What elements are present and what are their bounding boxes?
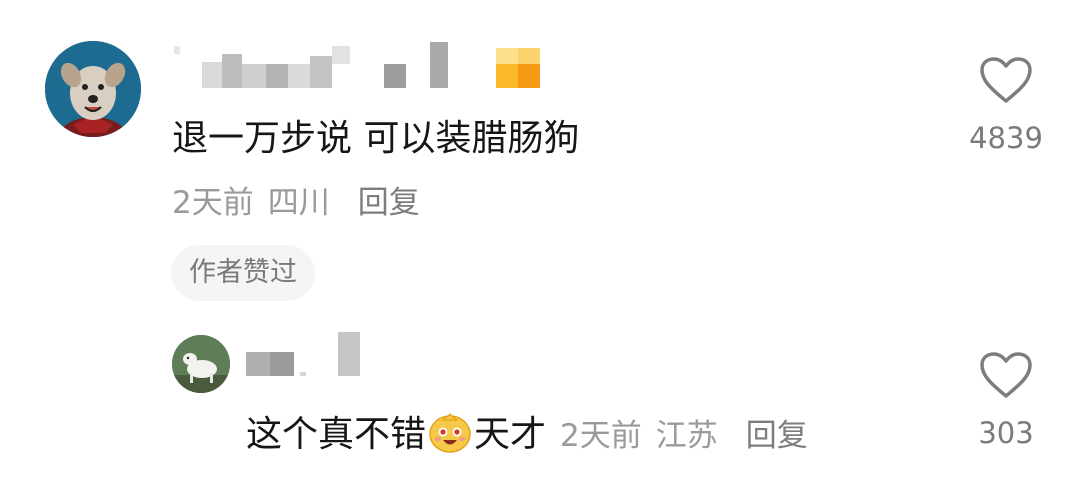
commenter-avatar[interactable]: [45, 41, 141, 137]
replier-username[interactable]: [246, 332, 370, 378]
comment-text: 退一万步说 可以装腊肠狗: [172, 118, 580, 159]
grinning-face-emoji-icon: [427, 408, 473, 458]
reply-text-before: 这个真不错: [246, 414, 427, 455]
comment-like-button[interactable]: [951, 55, 1061, 109]
reply-text-after: 天才: [474, 414, 547, 455]
comment-meta: 2天前 四川 回复: [172, 188, 420, 219]
dog-avatar-icon: [172, 335, 230, 393]
comment-like-count: 4839: [969, 121, 1043, 155]
reply-location: 江苏: [655, 418, 718, 454]
comment-reply-button[interactable]: 回复: [358, 185, 420, 221]
author-liked-badge: 作者赞过: [171, 245, 315, 301]
comment-location: 四川: [267, 185, 330, 221]
comment-time: 2天前: [172, 185, 254, 221]
heart-icon: [980, 352, 1032, 398]
reply-like-count: 303: [978, 416, 1034, 450]
reply-line: 这个真不错 天才 2天前 江苏 回复: [246, 408, 808, 458]
reply-reply-button[interactable]: 回复: [746, 418, 808, 454]
commenter-username[interactable]: [172, 42, 544, 88]
heart-icon: [980, 57, 1032, 103]
reply-like-button[interactable]: [951, 350, 1061, 404]
dog-avatar-icon: [45, 41, 141, 137]
reply-avatar[interactable]: [172, 335, 230, 393]
reply-time: 2天前: [560, 418, 642, 454]
